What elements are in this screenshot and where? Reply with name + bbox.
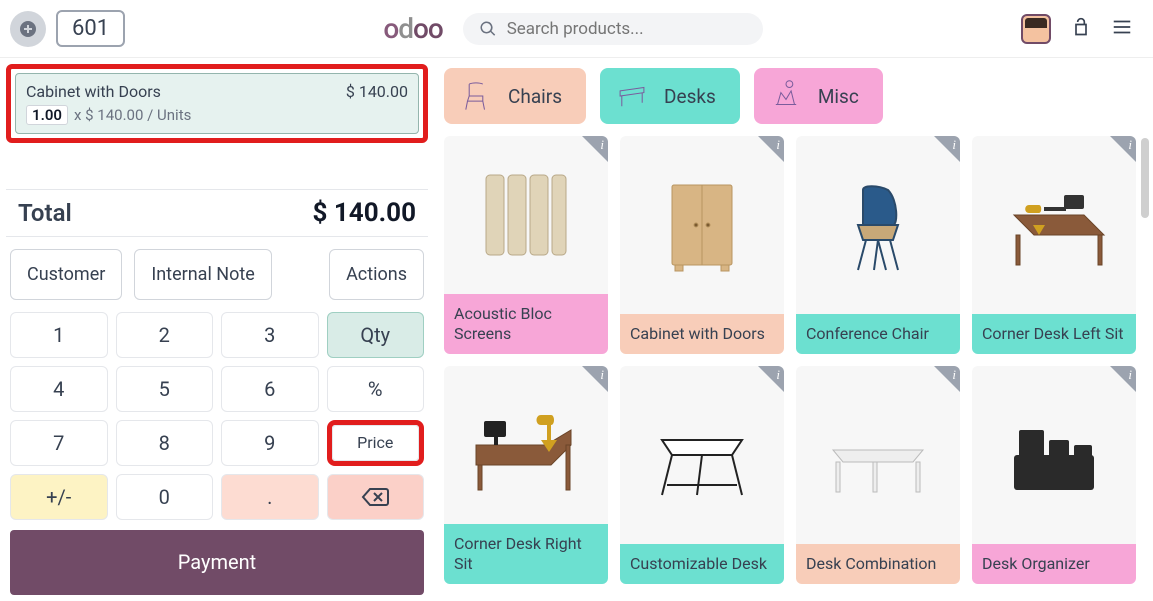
plus-icon	[20, 21, 36, 37]
product-image: i	[444, 136, 608, 294]
info-icon[interactable]: i	[600, 137, 604, 153]
category-chairs[interactable]: Chairs	[444, 68, 586, 124]
product-label: Acoustic Bloc Screens	[444, 294, 608, 354]
order-line-price-units: x $ 140.00 / Units	[74, 106, 191, 124]
search-input[interactable]	[507, 19, 747, 39]
keypad-0[interactable]: 0	[116, 474, 214, 520]
product-image: i	[620, 136, 784, 314]
keypad-9[interactable]: 9	[221, 420, 319, 466]
product-card[interactable]: i Corner Desk Right Sit	[444, 366, 608, 584]
keypad-price[interactable]: Price	[332, 425, 420, 461]
new-order-button[interactable]	[10, 11, 46, 47]
chair-icon	[456, 78, 496, 114]
topbar: 601 odoo	[0, 0, 1153, 58]
main: Cabinet with Doors $ 140.00 1.00 x $ 140…	[0, 58, 1153, 601]
order-line-name: Cabinet with Doors	[26, 82, 161, 101]
info-icon[interactable]: i	[1128, 367, 1132, 383]
keypad-qty[interactable]: Qty	[327, 312, 425, 358]
customer-button[interactable]: Customer	[10, 249, 122, 300]
info-icon[interactable]: i	[952, 367, 956, 383]
keypad: 1 2 3 Qty 4 5 6 % 7 8 9 Price +/- 0 .	[6, 312, 428, 520]
keypad-backspace[interactable]	[327, 474, 425, 520]
backspace-icon	[361, 487, 389, 507]
product-label: Customizable Desk	[620, 544, 784, 584]
info-icon[interactable]: i	[1128, 137, 1132, 153]
product-image: i	[444, 366, 608, 524]
right-pane: Chairs Desks Misc i Acoustic Bloc Screens…	[434, 58, 1153, 601]
product-grid: i Acoustic Bloc Screens i Cabinet with Door…	[444, 136, 1135, 584]
keypad-price-highlight: Price	[327, 420, 425, 466]
keypad-4[interactable]: 4	[10, 366, 108, 412]
category-misc[interactable]: Misc	[754, 68, 883, 124]
product-image: i	[796, 136, 960, 314]
keypad-5[interactable]: 5	[116, 366, 214, 412]
product-card[interactable]: i Corner Desk Left Sit	[972, 136, 1136, 354]
order-line-qty: 1.00	[26, 105, 68, 125]
order-line-total: $ 140.00	[346, 82, 408, 101]
category-chairs-label: Chairs	[508, 85, 562, 108]
product-label: Desk Organizer	[972, 544, 1136, 584]
order-number-badge[interactable]: 601	[56, 10, 125, 47]
keypad-1[interactable]: 1	[10, 312, 108, 358]
order-line-highlight: Cabinet with Doors $ 140.00 1.00 x $ 140…	[6, 64, 428, 143]
total-value: $ 140.00	[312, 198, 416, 228]
product-card[interactable]: i Customizable Desk	[620, 366, 784, 584]
category-misc-label: Misc	[818, 85, 859, 108]
category-desks-label: Desks	[664, 85, 716, 108]
keypad-2[interactable]: 2	[116, 312, 214, 358]
keypad-8[interactable]: 8	[116, 420, 214, 466]
search-icon	[479, 19, 497, 39]
internal-note-button[interactable]: Internal Note	[134, 249, 271, 300]
scrollbar[interactable]	[1141, 138, 1149, 218]
odoo-logo: odoo	[383, 12, 442, 45]
topbar-center: odoo	[125, 12, 1021, 45]
keypad-percent[interactable]: %	[327, 366, 425, 412]
keypad-decimal[interactable]: .	[221, 474, 319, 520]
search-wrap[interactable]	[463, 13, 763, 45]
hamburger-icon[interactable]	[1111, 16, 1133, 42]
info-icon[interactable]: i	[776, 137, 780, 153]
avatar[interactable]	[1021, 14, 1051, 44]
product-label: Conference Chair	[796, 314, 960, 354]
info-icon[interactable]: i	[952, 137, 956, 153]
category-row: Chairs Desks Misc	[444, 68, 1135, 124]
category-desks[interactable]: Desks	[600, 68, 740, 124]
action-row: Customer Internal Note Actions	[6, 237, 428, 312]
keypad-3[interactable]: 3	[221, 312, 319, 358]
product-label: Corner Desk Right Sit	[444, 524, 608, 584]
product-card[interactable]: i Cabinet with Doors	[620, 136, 784, 354]
info-icon[interactable]: i	[776, 367, 780, 383]
misc-icon	[766, 78, 806, 114]
order-line[interactable]: Cabinet with Doors $ 140.00 1.00 x $ 140…	[15, 73, 419, 134]
payment-button[interactable]: Payment	[10, 530, 424, 595]
total-label: Total	[18, 199, 72, 227]
topbar-right	[1021, 14, 1133, 44]
total-row: Total $ 140.00	[6, 189, 428, 237]
keypad-7[interactable]: 7	[10, 420, 108, 466]
actions-button[interactable]: Actions	[329, 249, 424, 300]
info-icon[interactable]: i	[600, 367, 604, 383]
unlock-icon[interactable]	[1071, 17, 1091, 41]
left-pane: Cabinet with Doors $ 140.00 1.00 x $ 140…	[0, 58, 434, 601]
product-image: i	[620, 366, 784, 544]
desk-icon	[612, 78, 652, 114]
topbar-left: 601	[10, 10, 125, 47]
keypad-plus-minus[interactable]: +/-	[10, 474, 108, 520]
product-card[interactable]: i Conference Chair	[796, 136, 960, 354]
product-label: Desk Combination	[796, 544, 960, 584]
keypad-6[interactable]: 6	[221, 366, 319, 412]
product-image: i	[972, 366, 1136, 544]
product-image: i	[796, 366, 960, 544]
product-label: Cabinet with Doors	[620, 314, 784, 354]
product-card[interactable]: i Desk Organizer	[972, 366, 1136, 584]
product-label: Corner Desk Left Sit	[972, 314, 1136, 354]
product-image: i	[972, 136, 1136, 314]
product-card[interactable]: i Acoustic Bloc Screens	[444, 136, 608, 354]
product-card[interactable]: i Desk Combination	[796, 366, 960, 584]
